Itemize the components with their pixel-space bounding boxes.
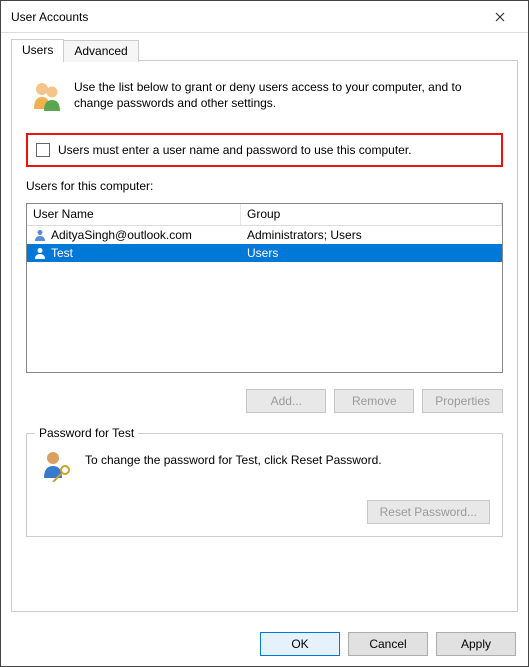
password-group-legend: Password for Test xyxy=(35,426,138,440)
must-enter-credentials-checkbox[interactable] xyxy=(36,143,50,157)
table-row[interactable]: AdityaSingh@outlook.com Administrators; … xyxy=(27,226,502,244)
cell-group: Administrators; Users xyxy=(247,228,362,242)
dialog-footer: OK Cancel Apply xyxy=(1,622,528,666)
key-user-icon xyxy=(39,448,73,482)
cell-username: Test xyxy=(51,246,73,260)
intro-text: Use the list below to grant or deny user… xyxy=(74,79,499,111)
users-list-label: Users for this computer: xyxy=(26,179,503,193)
user-icon xyxy=(33,246,47,260)
remove-button[interactable]: Remove xyxy=(334,389,414,413)
user-icon xyxy=(33,228,47,242)
apply-button[interactable]: Apply xyxy=(436,632,516,656)
password-text: To change the password for Test, click R… xyxy=(85,448,382,468)
tab-advanced[interactable]: Advanced xyxy=(63,40,138,62)
column-group[interactable]: Group xyxy=(241,204,502,225)
password-button-row: Reset Password... xyxy=(39,500,490,524)
user-button-row: Add... Remove Properties xyxy=(26,383,503,417)
users-listview[interactable]: User Name Group AdityaSingh@outlook.com … xyxy=(26,203,503,373)
listview-header: User Name Group xyxy=(27,204,502,226)
intro-row: Use the list below to grant or deny user… xyxy=(26,75,503,123)
table-row[interactable]: Test Users xyxy=(27,244,502,262)
close-button[interactable] xyxy=(480,3,520,31)
password-groupbox: Password for Test To change the password… xyxy=(26,433,503,537)
listview-body: AdityaSingh@outlook.com Administrators; … xyxy=(27,226,502,372)
dialog-body: Users Advanced Use the list below to gra… xyxy=(1,33,528,622)
cell-group: Users xyxy=(247,246,278,260)
ok-button[interactable]: OK xyxy=(260,632,340,656)
column-username[interactable]: User Name xyxy=(27,204,241,225)
user-accounts-window: User Accounts Users Advanced Use the lis xyxy=(0,0,529,667)
properties-button[interactable]: Properties xyxy=(422,389,503,413)
titlebar: User Accounts xyxy=(1,1,528,33)
must-enter-credentials-row: Users must enter a user name and passwor… xyxy=(26,133,503,167)
password-row: To change the password for Test, click R… xyxy=(39,448,490,482)
cancel-button[interactable]: Cancel xyxy=(348,632,428,656)
must-enter-credentials-label: Users must enter a user name and passwor… xyxy=(58,143,412,157)
tabstrip: Users Advanced xyxy=(11,39,518,61)
window-title: User Accounts xyxy=(11,10,480,24)
tab-users[interactable]: Users xyxy=(11,39,64,61)
cell-username: AdityaSingh@outlook.com xyxy=(51,228,192,242)
users-icon xyxy=(30,79,64,113)
reset-password-button[interactable]: Reset Password... xyxy=(367,500,490,524)
tabpage-users: Use the list below to grant or deny user… xyxy=(11,60,518,612)
close-icon xyxy=(495,12,505,22)
add-button[interactable]: Add... xyxy=(246,389,326,413)
